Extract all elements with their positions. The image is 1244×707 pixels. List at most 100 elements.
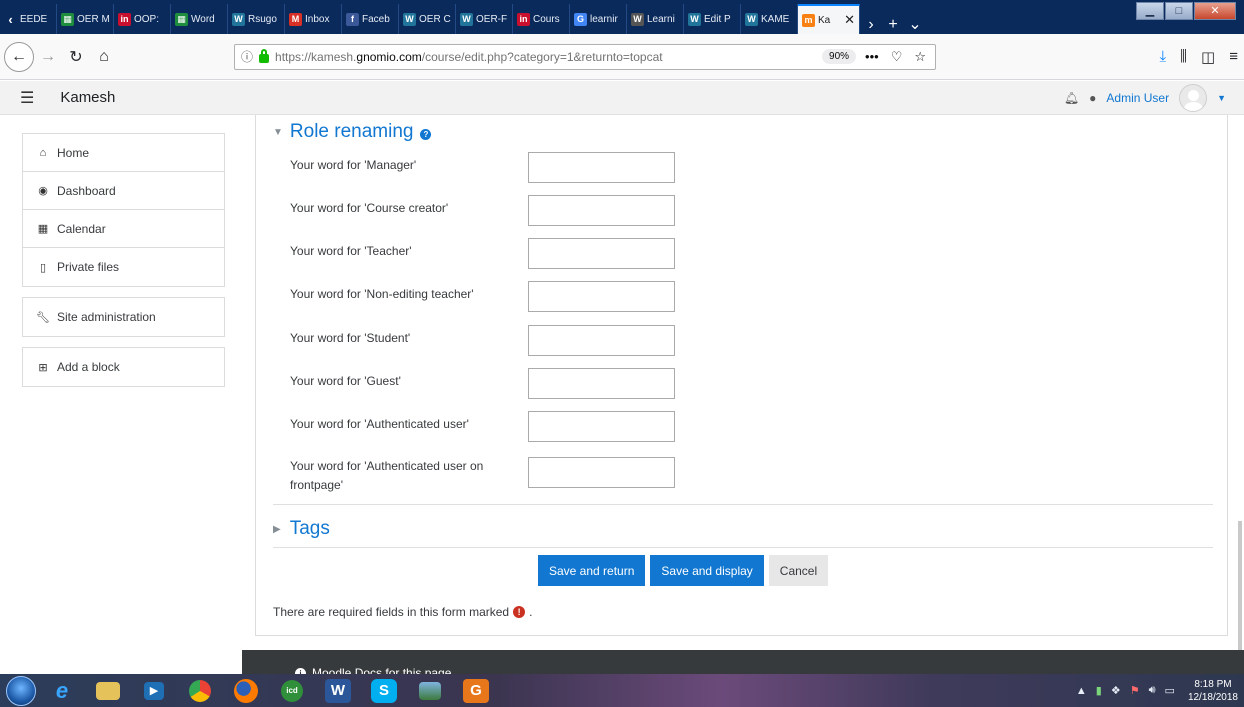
pocket-icon[interactable]: ♡ [888,49,906,65]
sidebar-item-calendar[interactable]: ▦ Calendar [23,210,224,248]
save-and-return-button[interactable]: Save and return [538,555,646,586]
url-bar[interactable]: ⓘ https://kamesh.gnomio.com/course/edit.… [234,43,936,70]
sidebar-item-dashboard[interactable]: ◉ Dashboard [23,172,224,210]
messages-icon[interactable]: ● [1089,91,1096,105]
back-icon[interactable]: ← [4,41,34,72]
taskbar-chrome-icon[interactable] [180,676,220,706]
role-course-creator-input[interactable] [528,195,675,226]
wordpress-icon: W [745,12,758,26]
sidebar-item-add-block[interactable]: ⊞ Add a block [23,348,224,386]
taskbar-firefox-icon[interactable] [226,676,266,706]
home-icon: ⌂ [39,146,47,159]
cancel-button[interactable]: Cancel [768,555,829,586]
taskbar-explorer-icon[interactable] [88,676,128,706]
zoom-badge[interactable]: 90% [822,49,857,64]
moodle-navbar: ☰ Kamesh 🔔︎ ● Admin User ▼ [0,81,1244,115]
site-name[interactable]: Kamesh [60,89,115,106]
avatar[interactable] [1179,83,1208,112]
save-and-display-button[interactable]: Save and display [650,555,764,586]
page-scrollbar[interactable] [1238,521,1242,656]
browser-tab[interactable]: Glearnir [570,4,627,34]
maximize-button[interactable]: □ [1165,2,1193,20]
taskbar-ie-icon[interactable]: e [42,676,82,706]
browser-tab[interactable]: ▦ Word [171,4,228,34]
bookmark-star-icon[interactable]: ☆ [911,49,929,65]
info-icon[interactable]: ⓘ [241,48,253,65]
tab-list-dropdown-icon[interactable]: ⌄ [904,14,926,34]
volume-icon[interactable]: 🔊︎ [1149,684,1156,697]
role-non-editing-teacher-input[interactable] [528,281,675,312]
role-student-input[interactable] [528,325,675,356]
library-icon[interactable]: ⫼ [1180,48,1187,65]
new-tab-icon[interactable]: + [882,16,904,34]
sidebar-item-home[interactable]: ⌂ Home [23,134,224,172]
browser-tab[interactable]: W Learni [627,4,684,34]
window-controls: ▁ □ ✕ [1136,2,1236,20]
help-icon[interactable]: ? [420,128,432,140]
chevron-down-icon[interactable]: ▼ [1217,93,1226,103]
moodle-icon: m [802,13,815,27]
expanded-caret-icon[interactable]: ▼ [273,127,283,138]
collapsed-caret-icon[interactable]: ▶ [273,524,281,535]
tab-scroll-right-icon[interactable]: › [860,16,882,34]
role-label: Your word for 'Authenticated user' [290,417,469,431]
power-icon[interactable]: ▭ [1165,684,1175,697]
close-window-button[interactable]: ✕ [1194,2,1236,20]
browser-tab[interactable]: m Ka ✕ [798,4,860,34]
browser-tab[interactable]: W OER C [399,4,456,34]
hamburger-menu-icon[interactable]: ☰ [20,88,34,108]
sidebar-item-label: Add a block [57,360,120,374]
page-actions-icon[interactable]: ••• [862,49,882,64]
plus-square-icon: ⊞ [38,361,48,374]
browser-tab[interactable]: ▦ OER M [57,4,114,34]
moodle-docs-link[interactable]: i Moodle Docs for this page [295,666,451,674]
taskbar-pdf-icon[interactable]: G [456,676,496,706]
browser-tab[interactable]: W Edit P [684,4,741,34]
taskbar-greenshot-icon[interactable]: icd [272,676,312,706]
role-authenticated-user-input[interactable] [528,411,675,442]
sidebar-toggle-icon[interactable]: ◫ [1201,48,1215,66]
browser-tab[interactable]: W OER-F [456,4,513,34]
role-renaming-header[interactable]: ▼ Role renaming ? [273,121,432,143]
role-teacher-input[interactable] [528,238,675,269]
browser-tab[interactable]: M Inbox [285,4,342,34]
network-icon[interactable]: ▮ [1096,684,1102,697]
tags-header[interactable]: ▶ Tags [273,518,330,540]
role-renaming-title[interactable]: Role renaming [290,121,414,143]
close-tab-icon[interactable]: ✕ [844,12,855,28]
gmail-icon: M [289,12,302,26]
taskbar-word-icon[interactable]: W [318,676,358,706]
dropbox-icon[interactable]: ❖ [1111,684,1121,697]
forward-icon[interactable]: → [34,43,62,71]
minimize-button[interactable]: ▁ [1136,2,1164,20]
browser-tab[interactable]: in OOP: [114,4,171,34]
show-hidden-icons-icon[interactable]: ▲ [1076,685,1087,697]
browser-tab[interactable]: W Rsugo [228,4,285,34]
role-guest-input[interactable] [528,368,675,399]
user-menu: 🔔︎ ● Admin User ▼ [1064,83,1226,112]
sidebar-item-private-files[interactable]: ▯ Private files [23,248,224,286]
browser-tab[interactable]: ‹ EEDE [0,4,57,34]
browser-tab[interactable]: in Cours [513,4,570,34]
browser-tab[interactable]: f Faceb [342,4,399,34]
start-button[interactable] [6,675,36,706]
tags-title[interactable]: Tags [290,518,330,540]
taskbar-media-icon[interactable]: ▶ [134,676,174,706]
role-manager-input[interactable] [528,152,675,183]
home-page-icon[interactable]: ⌂ [90,43,118,71]
downloads-icon[interactable]: ⤓ [1160,48,1167,65]
taskbar-photos-icon[interactable] [410,676,450,706]
clock[interactable]: 8:18 PM 12/18/2018 [1188,678,1238,704]
taskbar-skype-icon[interactable]: S [364,676,404,706]
notification-bell-icon[interactable]: 🔔︎ [1064,91,1079,105]
tab-label: Ka [818,14,831,26]
wiki-icon: W [631,12,644,26]
reload-icon[interactable]: ↻ [62,43,90,71]
role-authenticated-user-frontpage-input[interactable] [528,457,675,488]
user-name[interactable]: Admin User [1106,91,1169,105]
menu-icon[interactable]: ≡ [1229,48,1238,65]
sidebar-item-site-administration[interactable]: 🔧︎ Site administration [23,298,224,336]
browser-tab[interactable]: W KAME [741,4,798,34]
url-text[interactable]: https://kamesh.gnomio.com/course/edit.ph… [275,50,663,64]
action-center-flag-icon[interactable]: ⚑ [1130,684,1140,697]
